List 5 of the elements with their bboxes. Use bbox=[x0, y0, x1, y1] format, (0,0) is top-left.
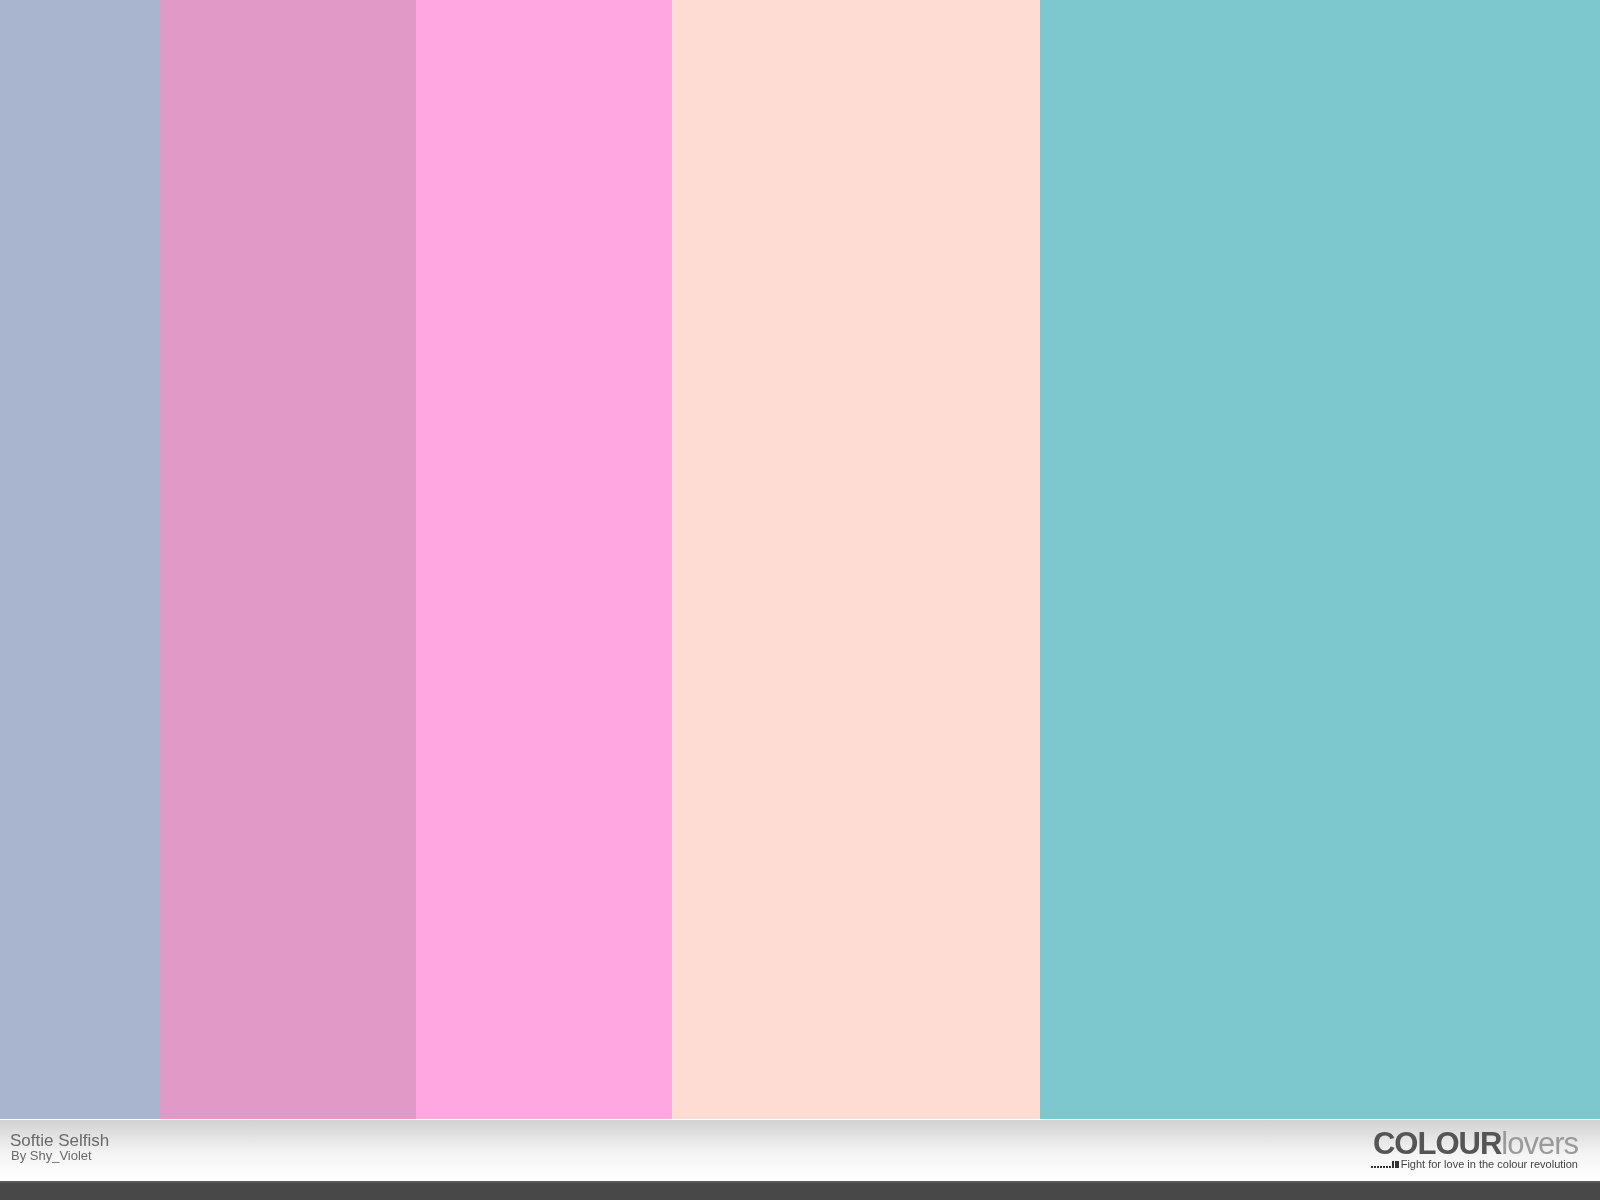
palette-title: Softie Selfish bbox=[10, 1132, 110, 1149]
dotted-leader-icon bbox=[1370, 1160, 1399, 1168]
author-credit: By Shy_Violet bbox=[10, 1149, 93, 1163]
logo: COLOURlovers bbox=[1372, 1130, 1578, 1158]
tagline: Fight for love in the colour revolution bbox=[1400, 1158, 1578, 1170]
